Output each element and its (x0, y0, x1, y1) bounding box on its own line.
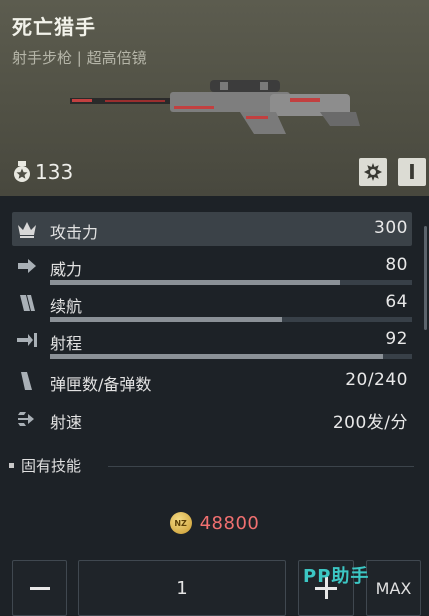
stat-bar (50, 317, 412, 322)
stat-bar (50, 280, 412, 285)
stat-value: 92 (385, 329, 408, 349)
stat-label: 威力 (50, 260, 83, 279)
nz-coin-icon: NZ (169, 512, 192, 534)
stat-label: 射速 (50, 413, 83, 432)
stat-row-endurance: 续航 64 (12, 286, 412, 322)
stat-row-power: 威力 80 (12, 249, 412, 285)
range-arrow-icon (17, 333, 37, 347)
section-divider (108, 466, 414, 467)
stat-label: 攻击力 (50, 223, 99, 242)
weapon-header: 死亡猎手 射手步枪 | 超高倍镜 133 I (0, 0, 429, 196)
crown-icon (18, 222, 36, 238)
stat-bar (50, 354, 412, 359)
stat-bar-fill (50, 354, 384, 359)
stat-label: 射程 (50, 334, 83, 353)
inherent-skills-label: 固有技能 (21, 457, 82, 475)
watermark: PP助手 (303, 566, 370, 587)
stat-bar-fill (50, 317, 282, 322)
stat-value: 200发/分 (332, 413, 408, 433)
weapon-score: 133 (12, 160, 73, 184)
gear-cog-icon (364, 163, 382, 181)
stat-label: 弹匣数/备弹数 (50, 375, 152, 394)
attachment-button[interactable] (359, 158, 387, 186)
weapon-subtitle: 射手步枪 | 超高倍镜 (12, 49, 147, 67)
sniper-rifle-image (70, 80, 360, 134)
stat-value: 80 (385, 255, 408, 275)
weapon-score-value: 133 (35, 160, 74, 184)
stat-row-fire-rate: 射速 200发/分 (12, 402, 412, 436)
stat-value: 64 (385, 292, 408, 312)
minus-icon (29, 586, 50, 590)
stat-value: 300 (374, 218, 408, 238)
stat-label: 续航 (50, 297, 83, 316)
weapon-name: 死亡猎手 (12, 15, 96, 39)
panel-scrollbar[interactable] (424, 226, 427, 330)
max-quantity-button[interactable]: MAX (366, 560, 421, 616)
stat-row-attack: 攻击力 300 (12, 212, 412, 246)
price-value: 48800 (199, 512, 260, 534)
bullet-icon (9, 463, 14, 468)
fire-rate-icon (18, 412, 34, 426)
level-button[interactable]: I (398, 158, 426, 186)
medal-icon (14, 161, 30, 182)
arrow-right-icon (18, 259, 36, 273)
quantity-input[interactable]: 1 (78, 560, 286, 616)
magazine-icon (20, 295, 35, 311)
stat-value: 20/240 (345, 370, 408, 390)
stat-row-ammo: 弹匣数/备弹数 20/240 (12, 364, 412, 398)
decrease-quantity-button[interactable] (12, 560, 67, 616)
price: NZ 48800 (0, 512, 429, 534)
stat-bar-fill (50, 280, 340, 285)
ammo-icon (21, 372, 32, 390)
stat-row-range: 射程 92 (12, 323, 412, 359)
